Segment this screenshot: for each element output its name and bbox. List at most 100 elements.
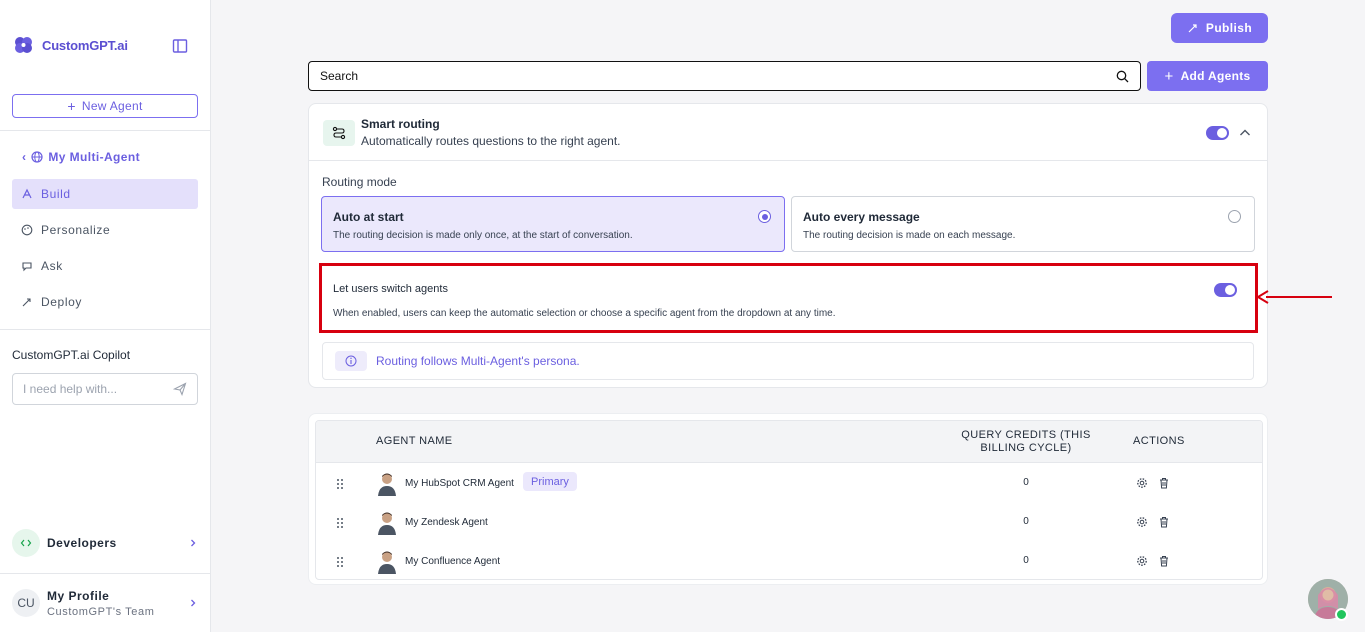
copilot-placeholder: I need help with... (23, 382, 118, 396)
sidebar-item-ask[interactable]: Ask (12, 251, 198, 281)
agent-avatar (378, 551, 396, 574)
gear-icon[interactable] (1136, 555, 1148, 567)
code-icon (12, 529, 40, 557)
sidebar-item-label: Build (41, 187, 71, 201)
sidebar-item-label: Deploy (41, 295, 82, 309)
developers-label: Developers (47, 536, 117, 550)
column-actions: ACTIONS (1133, 435, 1185, 447)
sidebar-toggle-icon[interactable] (172, 38, 188, 54)
switch-agents-toggle[interactable] (1214, 283, 1237, 297)
build-icon (22, 188, 32, 199)
agents-table: AGENT NAME QUERY CREDITS (THIS BILLING C… (315, 420, 1263, 580)
agent-avatar (378, 512, 396, 535)
rocket-icon (22, 298, 31, 307)
divider (0, 130, 211, 131)
brain-logo-icon (15, 37, 32, 53)
option-title: Auto every message (803, 210, 920, 224)
brand-name: CustomGPT.ai (42, 37, 128, 53)
publish-button[interactable]: Publish (1171, 13, 1268, 43)
chevron-left-icon: ‹ (22, 150, 27, 164)
switch-desc: When enabled, users can keep the automat… (333, 308, 836, 319)
option-title: Auto at start (333, 210, 404, 224)
online-status-indicator (1335, 608, 1348, 621)
globe-icon (31, 151, 44, 163)
back-to-agent-link[interactable]: ‹ My Multi-Agent (22, 150, 140, 164)
smart-routing-title: Smart routing (361, 117, 440, 131)
plus-icon: + (1164, 67, 1174, 85)
copilot-title: CustomGPT.ai Copilot (12, 348, 131, 362)
profile-link[interactable]: CU My Profile CustomGPT's Team (12, 586, 198, 620)
smart-routing-card: Smart routing Automatically routes quest… (308, 103, 1268, 388)
table-row: My Confluence Agent 0 (316, 542, 1262, 579)
table-row: My HubSpot CRM Agent Primary 0 (316, 464, 1262, 503)
gear-icon[interactable] (1136, 516, 1148, 528)
smart-routing-header[interactable]: Smart routing Automatically routes quest… (309, 104, 1267, 161)
add-agents-label: Add Agents (1180, 69, 1251, 83)
send-icon[interactable] (173, 382, 187, 396)
option-desc: The routing decision is made only once, … (333, 230, 633, 241)
agent-name[interactable]: My HubSpot CRM Agent (405, 478, 514, 489)
info-icon (335, 351, 367, 371)
column-agent-name: AGENT NAME (376, 435, 453, 447)
new-agent-label: New Agent (81, 99, 143, 113)
sidebar-item-deploy[interactable]: Deploy (12, 287, 198, 317)
routing-icon (323, 120, 355, 146)
query-credits: 0 (1023, 477, 1029, 488)
column-query-credits: QUERY CREDITS (THIS BILLING CYCLE) (916, 429, 1136, 455)
drag-handle-icon[interactable] (336, 478, 344, 490)
agent-name[interactable]: My Confluence Agent (405, 556, 500, 567)
let-users-switch-section: Let users switch agents When enabled, us… (319, 263, 1258, 333)
query-credits: 0 (1023, 516, 1029, 527)
option-auto-every-message[interactable]: Auto every message The routing decision … (791, 196, 1255, 252)
smart-routing-subtitle: Automatically routes questions to the ri… (361, 134, 621, 148)
agent-name[interactable]: My Zendesk Agent (405, 517, 488, 528)
query-credits: 0 (1023, 555, 1029, 566)
publish-label: Publish (1205, 21, 1253, 35)
sidebar-item-label: Ask (41, 259, 63, 273)
chevron-right-icon (191, 539, 196, 547)
table-row: My Zendesk Agent 0 (316, 503, 1262, 542)
column-query-credits-line1: QUERY CREDITS (THIS (961, 429, 1091, 441)
persona-note: Routing follows Multi-Agent's persona. (322, 342, 1254, 380)
option-auto-at-start[interactable]: Auto at start The routing decision is ma… (321, 196, 785, 252)
agent-name-label: My Multi-Agent (48, 150, 140, 164)
trash-icon[interactable] (1158, 516, 1170, 528)
agents-table-card: AGENT NAME QUERY CREDITS (THIS BILLING C… (308, 413, 1268, 585)
persona-note-text: Routing follows Multi-Agent's persona. (376, 354, 580, 368)
new-agent-button[interactable]: + New Agent (12, 94, 198, 118)
routing-mode-label: Routing mode (322, 175, 397, 189)
profile-team: CustomGPT's Team (47, 605, 155, 618)
table-header: AGENT NAME QUERY CREDITS (THIS BILLING C… (316, 421, 1262, 463)
switch-title: Let users switch agents (333, 283, 448, 295)
radio-selected[interactable] (758, 210, 771, 223)
brand-logo[interactable]: CustomGPT.ai (12, 33, 128, 57)
radio-unselected[interactable] (1228, 210, 1241, 223)
agent-avatar (378, 473, 396, 496)
sidebar-item-build[interactable]: Build (12, 179, 198, 209)
annotation-arrow-icon (1256, 290, 1332, 304)
chevron-up-icon[interactable] (1238, 126, 1252, 140)
drag-handle-icon[interactable] (336, 556, 344, 568)
developers-link[interactable]: Developers (12, 529, 198, 557)
sidebar-item-label: Personalize (41, 223, 111, 237)
divider (0, 329, 211, 330)
drag-handle-icon[interactable] (336, 517, 344, 529)
plus-icon: + (67, 98, 76, 114)
trash-icon[interactable] (1158, 555, 1170, 567)
gear-icon[interactable] (1136, 477, 1148, 489)
trash-icon[interactable] (1158, 477, 1170, 489)
option-desc: The routing decision is made on each mes… (803, 230, 1016, 241)
primary-badge: Primary (523, 472, 577, 491)
copilot-input[interactable]: I need help with... (12, 373, 198, 405)
profile-name: My Profile (47, 588, 110, 603)
avatar: CU (12, 589, 40, 617)
search-value: Search (320, 69, 359, 83)
divider (0, 573, 211, 574)
column-query-credits-line2: BILLING CYCLE) (980, 442, 1072, 454)
search-input[interactable]: Search (308, 61, 1141, 91)
add-agents-button[interactable]: + Add Agents (1147, 61, 1268, 91)
smart-routing-toggle[interactable] (1206, 126, 1229, 140)
sidebar-item-personalize[interactable]: Personalize (12, 215, 198, 245)
search-icon[interactable] (1116, 70, 1129, 83)
rocket-icon (1188, 24, 1197, 33)
